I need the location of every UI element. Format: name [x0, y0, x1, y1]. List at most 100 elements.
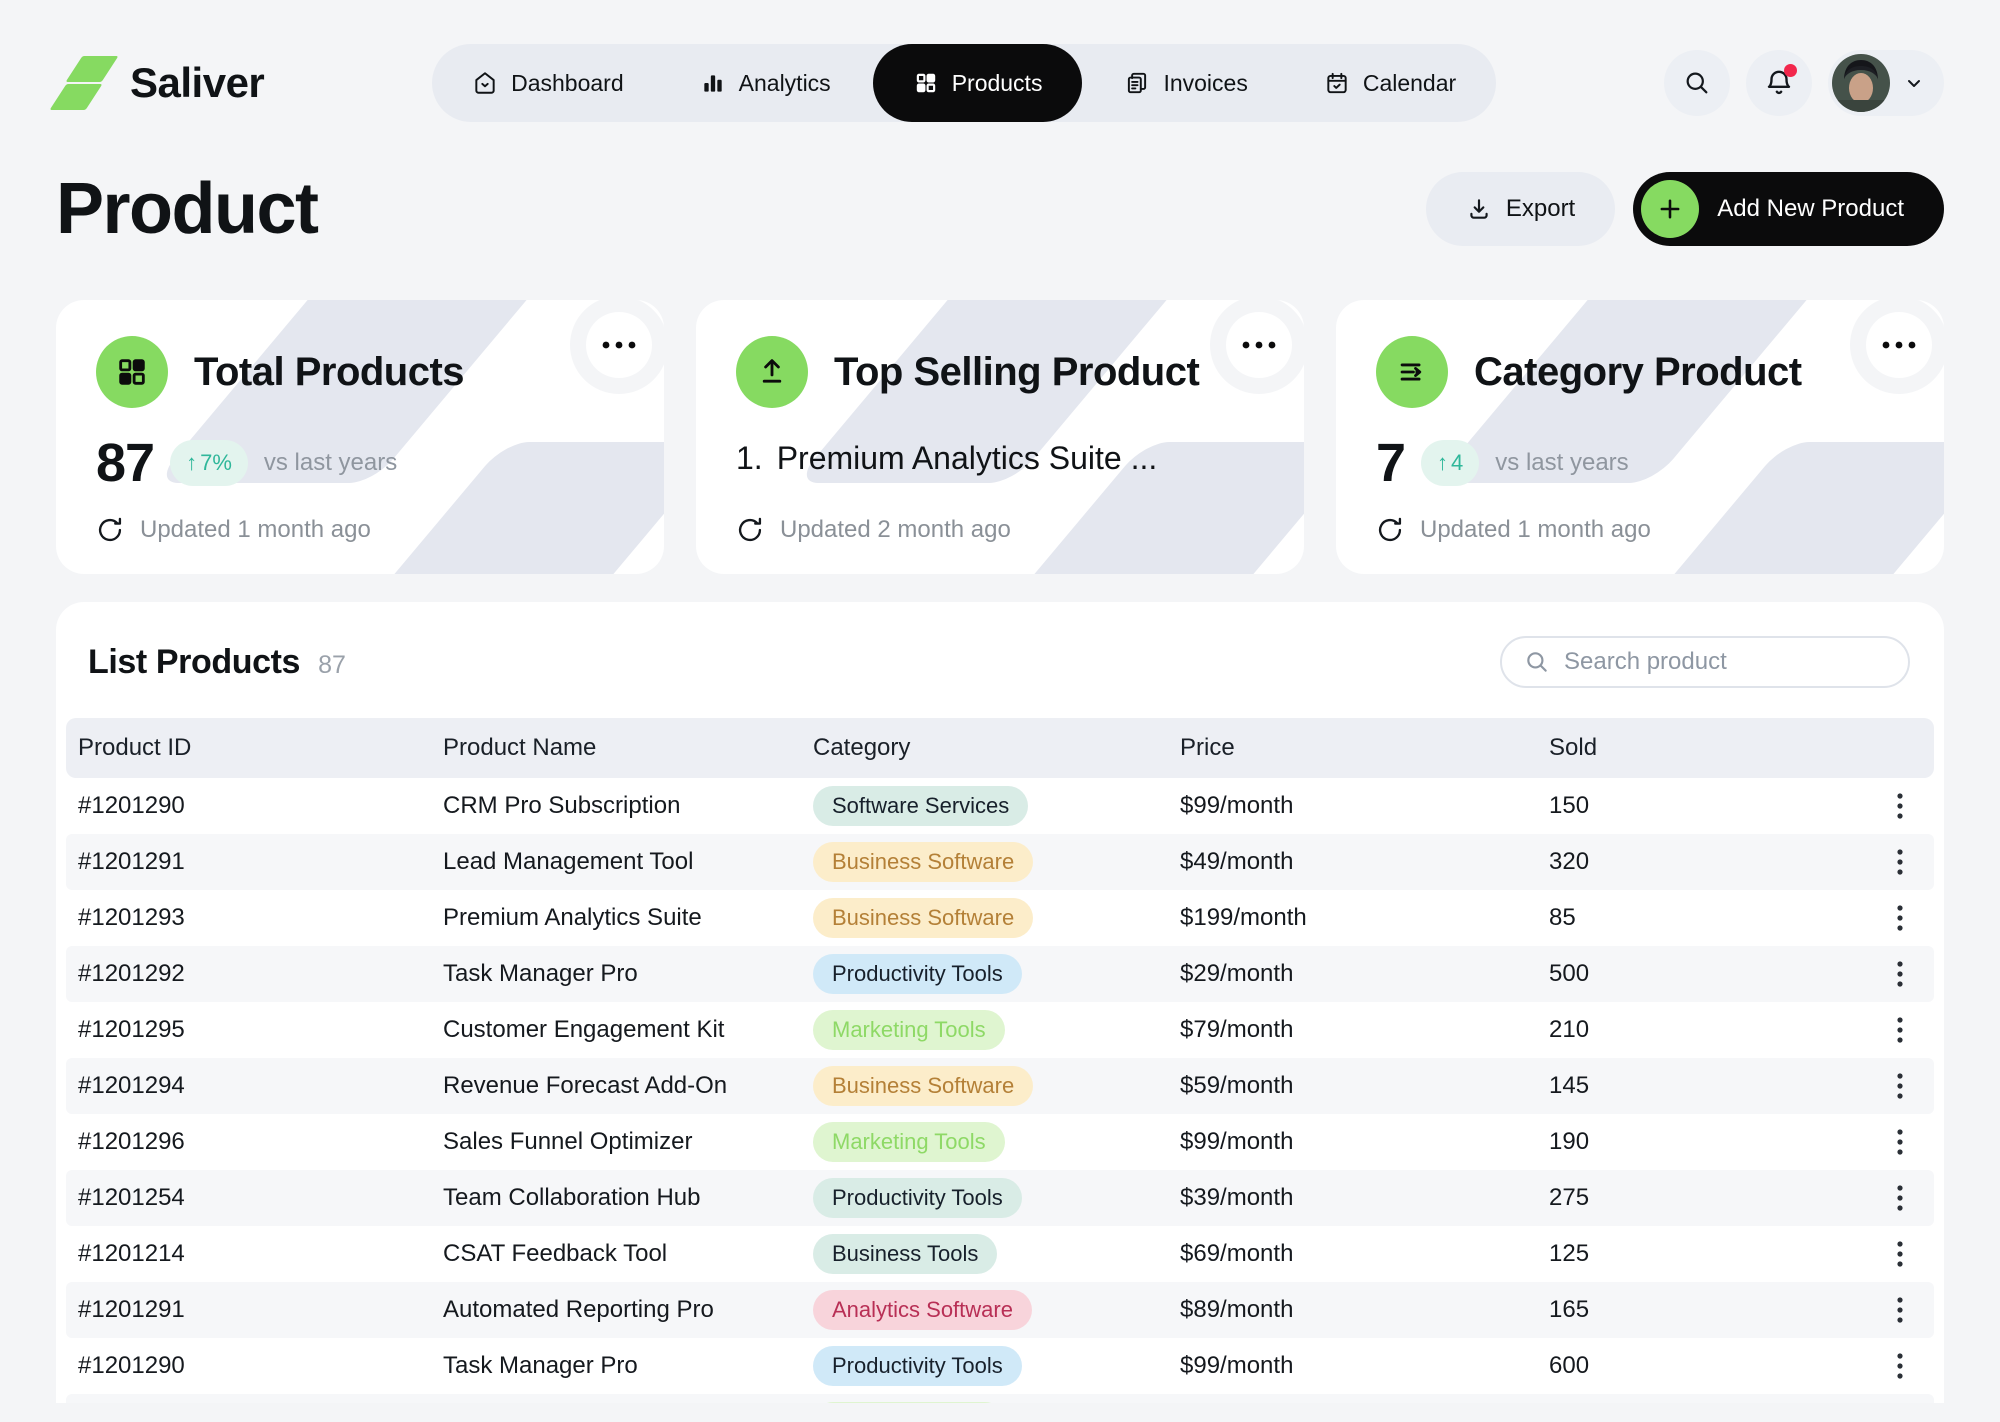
top-selling-menu-button[interactable] — [1226, 312, 1292, 378]
avatar — [1832, 54, 1890, 112]
col-category: Category — [813, 734, 1180, 762]
updated-label: Updated 1 month ago — [140, 516, 371, 544]
total-products-card: Total Products 87 ↑7% vs last years Upda… — [56, 300, 664, 574]
row-actions-button[interactable] — [1878, 1295, 1922, 1325]
cell-category: Productivity Tools — [813, 954, 1180, 994]
total-products-menu-button[interactable] — [586, 312, 652, 378]
top-selling-product: 1. Premium Analytics Suite ... — [736, 440, 1264, 477]
cell-category: Software Services — [813, 786, 1180, 826]
cell-category: Analytics Software — [813, 1290, 1180, 1330]
plus-icon — [1641, 180, 1699, 238]
nav-label: Invoices — [1163, 70, 1247, 97]
grid-icon — [913, 70, 939, 96]
nav-tab-analytics[interactable]: Analytics — [666, 50, 865, 116]
cell-price: $69/month — [1180, 1240, 1549, 1268]
top-selling-card: Top Selling Product 1. Premium Analytics… — [696, 300, 1304, 574]
kebab-icon — [1896, 1183, 1904, 1213]
category-badge: Productivity Tools — [813, 1346, 1022, 1386]
table-row: #1201291Lead Management ToolBusiness Sof… — [66, 834, 1934, 890]
notification-badge — [1784, 64, 1797, 77]
cell-product-id: #1201254 — [78, 1184, 443, 1212]
card-title: Total Products — [194, 350, 464, 395]
updated-label: Updated 2 month ago — [780, 516, 1011, 544]
user-menu[interactable] — [1828, 50, 1944, 116]
notifications-button[interactable] — [1746, 50, 1812, 116]
cell-product-id: #1201290 — [78, 792, 443, 820]
kebab-icon — [1896, 959, 1904, 989]
row-actions-button[interactable] — [1878, 1239, 1922, 1269]
nav-label: Calendar — [1363, 70, 1456, 97]
cell-category: Productivity Tools — [813, 1178, 1180, 1218]
search-product-box[interactable] — [1500, 636, 1910, 688]
add-new-product-label: Add New Product — [1717, 195, 1904, 223]
kebab-icon — [1896, 1295, 1904, 1325]
row-actions-button[interactable] — [1878, 1015, 1922, 1045]
search-product-input[interactable] — [1564, 648, 1886, 676]
kebab-icon — [1896, 903, 1904, 933]
row-actions-button[interactable] — [1878, 1183, 1922, 1213]
kebab-icon — [1896, 847, 1904, 877]
chevron-down-icon — [1902, 71, 1926, 95]
download-icon — [1466, 196, 1492, 222]
row-actions-button[interactable] — [1878, 1351, 1922, 1381]
cell-sold: 150 — [1549, 792, 1878, 820]
category-badge: Business Software — [813, 1066, 1033, 1106]
row-actions-button[interactable] — [1878, 791, 1922, 821]
table-header: Product ID Product Name Category Price S… — [66, 718, 1934, 778]
table-row: #1201294Revenue Forecast Add-OnBusiness … — [66, 1058, 1934, 1114]
nav-label: Products — [952, 70, 1043, 97]
table-row: #1201214CSAT Feedback ToolBusiness Tools… — [66, 1226, 1934, 1282]
add-new-product-button[interactable]: Add New Product — [1633, 172, 1944, 246]
row-actions-button[interactable] — [1878, 847, 1922, 877]
table-row: #1201290CRM Pro SubscriptionSoftware Ser… — [66, 778, 1934, 834]
cell-sold: 165 — [1549, 1296, 1878, 1324]
cell-product-name: CRM Pro Subscription — [443, 792, 813, 820]
cell-category: Business Tools — [813, 1234, 1180, 1274]
cell-sold: 320 — [1549, 848, 1878, 876]
list-products-count: 87 — [318, 651, 346, 680]
nav-tab-dashboard[interactable]: Dashboard — [438, 50, 658, 116]
cell-product-name: Premium Analytics Suite — [443, 904, 813, 932]
ellipsis-icon — [1882, 341, 1916, 349]
page-title: Product — [56, 168, 318, 250]
row-actions-button[interactable] — [1878, 1127, 1922, 1157]
home-icon — [472, 70, 498, 96]
nav-tab-calendar[interactable]: Calendar — [1290, 50, 1490, 116]
export-label: Export — [1506, 195, 1575, 223]
export-button[interactable]: Export — [1426, 172, 1615, 246]
cell-product-name: Lead Management Tool — [443, 848, 813, 876]
col-sold: Sold — [1549, 734, 1878, 762]
cell-price: $59/month — [1180, 1072, 1549, 1100]
card-title: Top Selling Product — [834, 350, 1199, 395]
cell-product-id: #1201296 — [78, 1128, 443, 1156]
category-product-menu-button[interactable] — [1866, 312, 1932, 378]
category-product-card: Category Product 7 ↑4 vs last years Upda… — [1336, 300, 1944, 574]
cell-product-id: #1201214 — [78, 1240, 443, 1268]
cell-price: $199/month — [1180, 904, 1549, 932]
search-icon — [1524, 649, 1550, 675]
row-actions-button[interactable] — [1878, 903, 1922, 933]
cell-product-id: #1201293 — [78, 904, 443, 932]
arrow-up-icon: ↑ — [186, 450, 197, 476]
search-button[interactable] — [1664, 50, 1730, 116]
updated-label: Updated 1 month ago — [1420, 516, 1651, 544]
table-row: #1201293Premium Analytics SuiteBusiness … — [66, 890, 1934, 946]
cell-product-id: #1201291 — [78, 1296, 443, 1324]
category-badge: Business Tools — [813, 1234, 997, 1274]
cell-sold: 600 — [1549, 1352, 1878, 1380]
nav-label: Analytics — [739, 70, 831, 97]
rank-number: 1. — [736, 440, 763, 477]
kebab-icon — [1896, 1127, 1904, 1157]
cell-product-name: Task Manager Pro — [443, 1352, 813, 1380]
row-actions-button[interactable] — [1878, 1071, 1922, 1101]
brand-logo: Saliver — [56, 52, 264, 114]
cell-price: $99/month — [1180, 1352, 1549, 1380]
nav-tab-products[interactable]: Products — [873, 44, 1083, 122]
table-row: #1201292Task Manager ProProductivity Too… — [66, 946, 1934, 1002]
category-badge: Marketing Tools — [813, 1010, 1005, 1050]
top-product-name: Premium Analytics Suite ... — [777, 440, 1158, 477]
cell-product-name: Task Manager Pro — [443, 960, 813, 988]
cell-category: Productivity Tools — [813, 1346, 1180, 1386]
row-actions-button[interactable] — [1878, 959, 1922, 989]
nav-tab-invoices[interactable]: Invoices — [1090, 50, 1281, 116]
